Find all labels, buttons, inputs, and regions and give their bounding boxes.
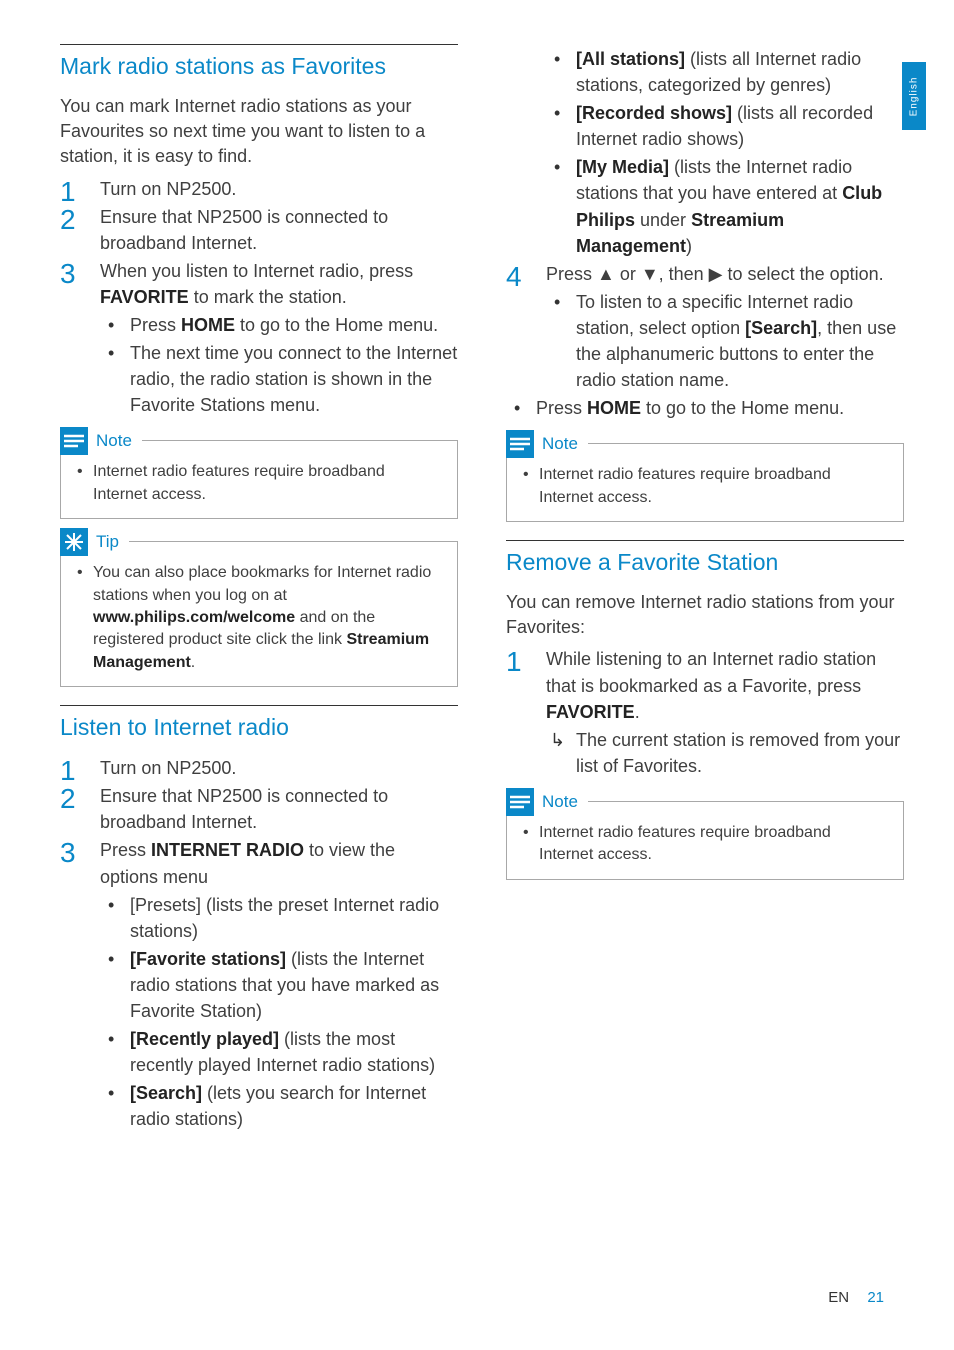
note-text: Internet radio features require broadban… [75, 461, 443, 506]
text: . [635, 702, 640, 722]
step-1: While listening to an Internet radio sta… [506, 646, 904, 778]
text: Press [130, 315, 181, 335]
note-body: Internet radio features require broadban… [521, 454, 889, 509]
steps-remove-favorite: While listening to an Internet radio sta… [506, 646, 904, 778]
sub-bullets: To listen to a specific Internet radio s… [546, 289, 904, 393]
option-name: [My Media] [576, 157, 669, 177]
page-content: Mark radio stations as Favorites You can… [0, 0, 954, 1134]
note-icon [506, 788, 534, 816]
note-box: Note Internet radio features require bro… [506, 801, 904, 880]
option-favorite-stations: [Favorite stations] (lists the Internet … [100, 946, 458, 1024]
home-bullet: Press HOME to go to the Home menu. [506, 395, 904, 421]
note-icon [60, 427, 88, 455]
steps-mark-favorites: Turn on NP2500. Ensure that NP2500 is co… [60, 176, 458, 419]
steps-continued: Press ▲ or ▼, then ▶ to select the optio… [506, 261, 904, 393]
option-name: [Recently played] [130, 1029, 279, 1049]
note-text: Internet radio features require broadban… [521, 822, 889, 867]
home-key: HOME [587, 398, 641, 418]
note-body: Internet radio features require broadban… [75, 451, 443, 506]
note-header: Note [60, 427, 142, 455]
home-key: HOME [181, 315, 235, 335]
home-instruction: Press HOME to go to the Home menu. [506, 395, 904, 421]
footer-lang: EN [828, 1289, 849, 1306]
option-bullets: [Presets] (lists the preset Internet rad… [100, 892, 458, 1133]
note-label: Note [542, 434, 578, 454]
intro-remove-favorite: You can remove Internet radio stations f… [506, 590, 904, 640]
text: Press [100, 840, 151, 860]
sub-bullet: The next time you connect to the Interne… [100, 340, 458, 418]
note-box: Note Internet radio features require bro… [506, 443, 904, 522]
option-name: [Search] [130, 1083, 202, 1103]
option-recorded-shows: [Recorded shows] (lists all recorded Int… [546, 100, 904, 152]
sub-bullet: To listen to a specific Internet radio s… [546, 289, 904, 393]
text: While listening to an Internet radio sta… [546, 649, 876, 695]
option-name: [Favorite stations] [130, 949, 286, 969]
url: www.philips.com/welcome [93, 609, 295, 626]
note-box: Note Internet radio features require bro… [60, 440, 458, 519]
text: When you listen to Internet radio, press [100, 261, 413, 281]
left-column: Mark radio stations as Favorites You can… [60, 44, 458, 1134]
text: to go to the Home menu. [235, 315, 438, 335]
option-presets: [Presets] (lists the preset Internet rad… [100, 892, 458, 944]
heading-listen-radio: Listen to Internet radio [60, 705, 458, 741]
footer-page-number: 21 [867, 1289, 884, 1306]
result-arrow: The current station is removed from your… [546, 727, 904, 779]
tip-body: You can also place bookmarks for Interne… [75, 552, 443, 674]
continued-bullets-wrap: [All stations] (lists all Internet radio… [506, 46, 904, 259]
text: Press ▲ or ▼, then ▶ to select the optio… [546, 264, 884, 284]
continued-bullets: [All stations] (lists all Internet radio… [546, 46, 904, 259]
page-footer: EN 21 [828, 1289, 884, 1306]
option-name: [All stations] [576, 49, 685, 69]
favorite-key: FAVORITE [100, 287, 189, 307]
step-3: Press INTERNET RADIO to view the options… [60, 837, 458, 1132]
tip-box: Tip You can also place bookmarks for Int… [60, 541, 458, 687]
search-option: [Search] [745, 318, 817, 338]
tip-label: Tip [96, 532, 119, 552]
option-all-stations: [All stations] (lists all Internet radio… [546, 46, 904, 98]
step-3: When you listen to Internet radio, press… [60, 258, 458, 419]
note-text: Internet radio features require broadban… [521, 464, 889, 509]
text: under [635, 210, 691, 230]
heading-remove-favorite: Remove a Favorite Station [506, 540, 904, 576]
note-label: Note [542, 792, 578, 812]
right-column: [All stations] (lists all Internet radio… [506, 44, 904, 1134]
option-name: [Recorded shows] [576, 103, 732, 123]
option-recently-played: [Recently played] (lists the most recent… [100, 1026, 458, 1078]
text: ) [686, 236, 692, 256]
text: . [191, 654, 195, 671]
language-tab: English [902, 62, 926, 130]
result-text: The current station is removed from your… [546, 727, 904, 779]
text: You can also place bookmarks for Interne… [93, 564, 431, 603]
note-icon [506, 430, 534, 458]
text: to go to the Home menu. [641, 398, 844, 418]
heading-mark-favorites: Mark radio stations as Favorites [60, 44, 458, 80]
step-1: Turn on NP2500. [60, 176, 458, 202]
favorite-key: FAVORITE [546, 702, 635, 722]
step-2: Ensure that NP2500 is connected to broad… [60, 204, 458, 256]
note-header: Note [506, 788, 588, 816]
option-my-media: [My Media] (lists the Internet radio sta… [546, 154, 904, 258]
note-label: Note [96, 431, 132, 451]
step-2: Ensure that NP2500 is connected to broad… [60, 783, 458, 835]
note-header: Note [506, 430, 588, 458]
option-search: [Search] (lets you search for Internet r… [100, 1080, 458, 1132]
text: Press [536, 398, 587, 418]
step-1: Turn on NP2500. [60, 755, 458, 781]
tip-header: Tip [60, 528, 129, 556]
text: to mark the station. [189, 287, 347, 307]
note-body: Internet radio features require broadban… [521, 812, 889, 867]
tip-icon [60, 528, 88, 556]
sub-bullet: Press HOME to go to the Home menu. [100, 312, 458, 338]
internet-radio-key: INTERNET RADIO [151, 840, 304, 860]
intro-mark-favorites: You can mark Internet radio stations as … [60, 94, 458, 170]
sub-bullets: Press HOME to go to the Home menu. The n… [100, 312, 458, 418]
steps-listen-radio: Turn on NP2500. Ensure that NP2500 is co… [60, 755, 458, 1132]
tip-text: You can also place bookmarks for Interne… [75, 562, 443, 674]
step-4: Press ▲ or ▼, then ▶ to select the optio… [506, 261, 904, 393]
